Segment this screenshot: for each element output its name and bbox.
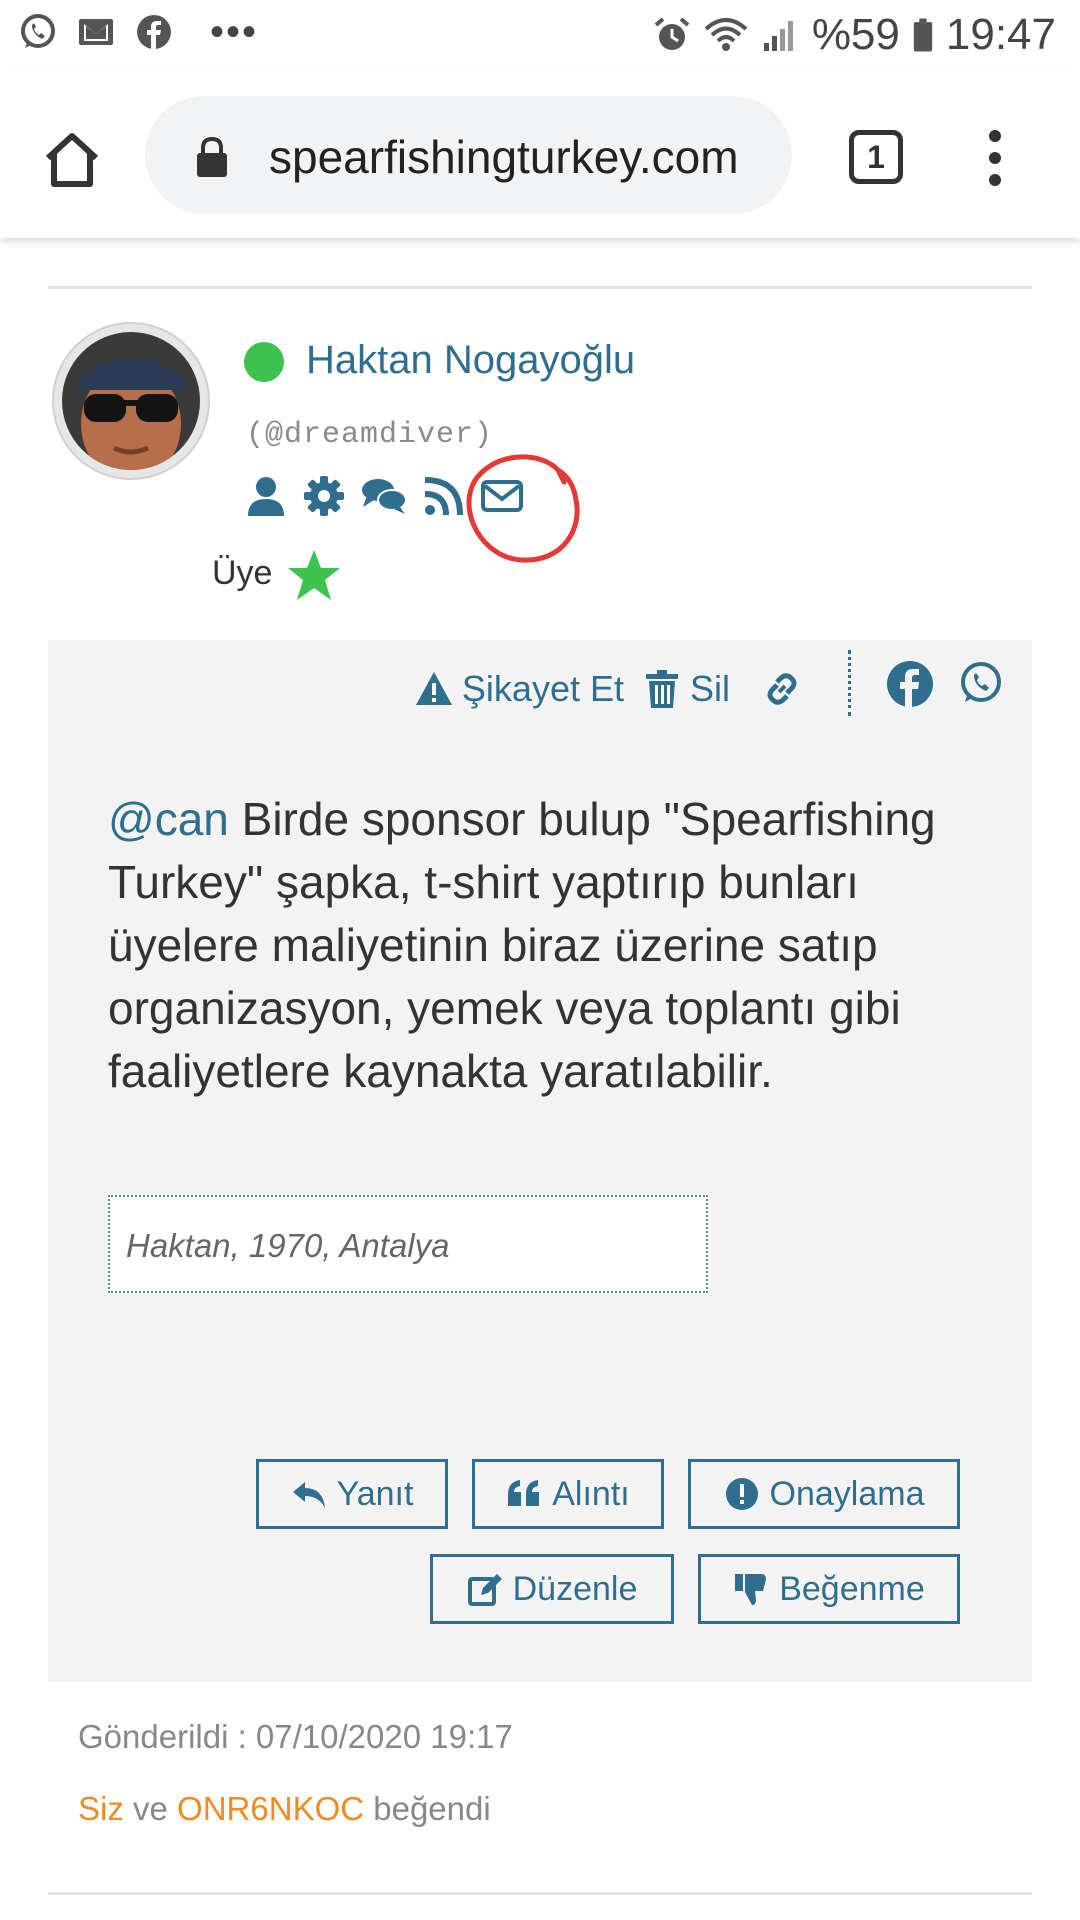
warning-icon — [415, 672, 452, 705]
link-icon[interactable] — [762, 669, 802, 709]
edit-icon — [467, 1574, 502, 1606]
rank-star-icon — [288, 550, 340, 600]
author-name[interactable]: Haktan Nogayoğlu — [306, 338, 635, 383]
more-notifications-indicator: ••• — [210, 10, 259, 54]
likes-suffix: beğendi — [364, 1790, 491, 1827]
divider-top — [48, 286, 1032, 289]
notification-icons: ••• — [18, 12, 258, 52]
wifi-icon — [704, 18, 748, 51]
signal-icon — [763, 21, 793, 51]
battery-icon — [913, 18, 933, 52]
post-actions: Şikayet Et Sil — [414, 668, 802, 710]
post-timestamp: Gönderildi : 07/10/2020 19:17 — [78, 1718, 513, 1755]
system-indicators: %59 19:47 — [652, 10, 1056, 60]
browser-toolbar: spearfishingturkey.com 1 — [0, 70, 1080, 238]
browser-menu-icon[interactable] — [987, 130, 1003, 186]
tab-switcher-button[interactable]: 1 — [849, 130, 903, 184]
whatsapp-icon — [21, 14, 55, 48]
actions-separator — [848, 650, 851, 716]
thumbs-down-icon — [735, 1574, 767, 1605]
signature-text: Haktan, 1970, Antalya — [126, 1227, 450, 1264]
comments-icon[interactable] — [360, 474, 408, 518]
avatar-photo — [62, 332, 200, 470]
gear-icon[interactable] — [302, 474, 346, 518]
dislike-button[interactable]: Beğenme — [698, 1554, 960, 1624]
reply-label: Yanıt — [336, 1474, 414, 1513]
avatar[interactable] — [52, 322, 210, 480]
divider-bottom — [48, 1892, 1032, 1895]
user-mention[interactable]: @can — [108, 793, 229, 845]
alarm-icon — [654, 17, 690, 50]
dislike-label: Beğenme — [779, 1569, 925, 1608]
trash-icon — [645, 670, 678, 708]
whatsapp-share-icon[interactable] — [958, 660, 1004, 706]
quote-icon — [508, 1480, 540, 1506]
report-label: Şikayet Et — [461, 668, 624, 709]
report-button[interactable]: Şikayet Et — [414, 668, 624, 710]
user-profile-icon[interactable] — [244, 474, 288, 518]
battery-percent: %59 — [811, 10, 900, 59]
author-rank: Üye — [212, 554, 273, 592]
online-status-indicator — [244, 342, 284, 382]
author-signature: Haktan, 1970, Antalya — [108, 1195, 708, 1293]
post-text: Birde sponsor bulup "Spearfishing Turkey… — [108, 793, 936, 1097]
likes-conjunction: ve — [123, 1790, 178, 1827]
approve-button[interactable]: Onaylama — [688, 1459, 960, 1529]
address-bar[interactable]: spearfishingturkey.com — [145, 96, 792, 214]
home-icon[interactable] — [40, 128, 104, 192]
reply-button[interactable]: Yanıt — [256, 1459, 448, 1529]
facebook-share-icon[interactable] — [886, 660, 934, 708]
quote-label: Alıntı — [552, 1474, 630, 1513]
lock-icon — [197, 136, 227, 177]
liker-self[interactable]: Siz — [78, 1790, 124, 1827]
gmail-icon — [79, 19, 113, 45]
delete-button[interactable]: Sil — [642, 668, 730, 710]
edit-button[interactable]: Düzenle — [430, 1554, 674, 1624]
author-handle: (@dreamdiver) — [246, 418, 494, 452]
quote-button[interactable]: Alıntı — [472, 1459, 664, 1529]
status-bar: ••• %59 19:47 — [0, 0, 1080, 70]
reply-icon — [292, 1482, 325, 1508]
facebook-icon — [137, 15, 171, 49]
annotation-circle — [466, 454, 580, 563]
edit-label: Düzenle — [512, 1569, 638, 1608]
approve-label: Onaylama — [769, 1474, 925, 1513]
url-text[interactable]: spearfishingturkey.com — [269, 130, 779, 184]
likes-summary: Siz ve ONR6NKOC beğendi — [78, 1790, 491, 1828]
clock: 19:47 — [945, 10, 1056, 59]
liker-user[interactable]: ONR6NKOC — [177, 1790, 364, 1827]
exclamation-circle-icon — [725, 1478, 758, 1510]
delete-label: Sil — [689, 668, 730, 709]
post-panel: Şikayet Et Sil @can Birde sponsor bulup … — [48, 640, 1032, 1682]
post-body: @can Birde sponsor bulup "Spearfishing T… — [108, 788, 968, 1103]
